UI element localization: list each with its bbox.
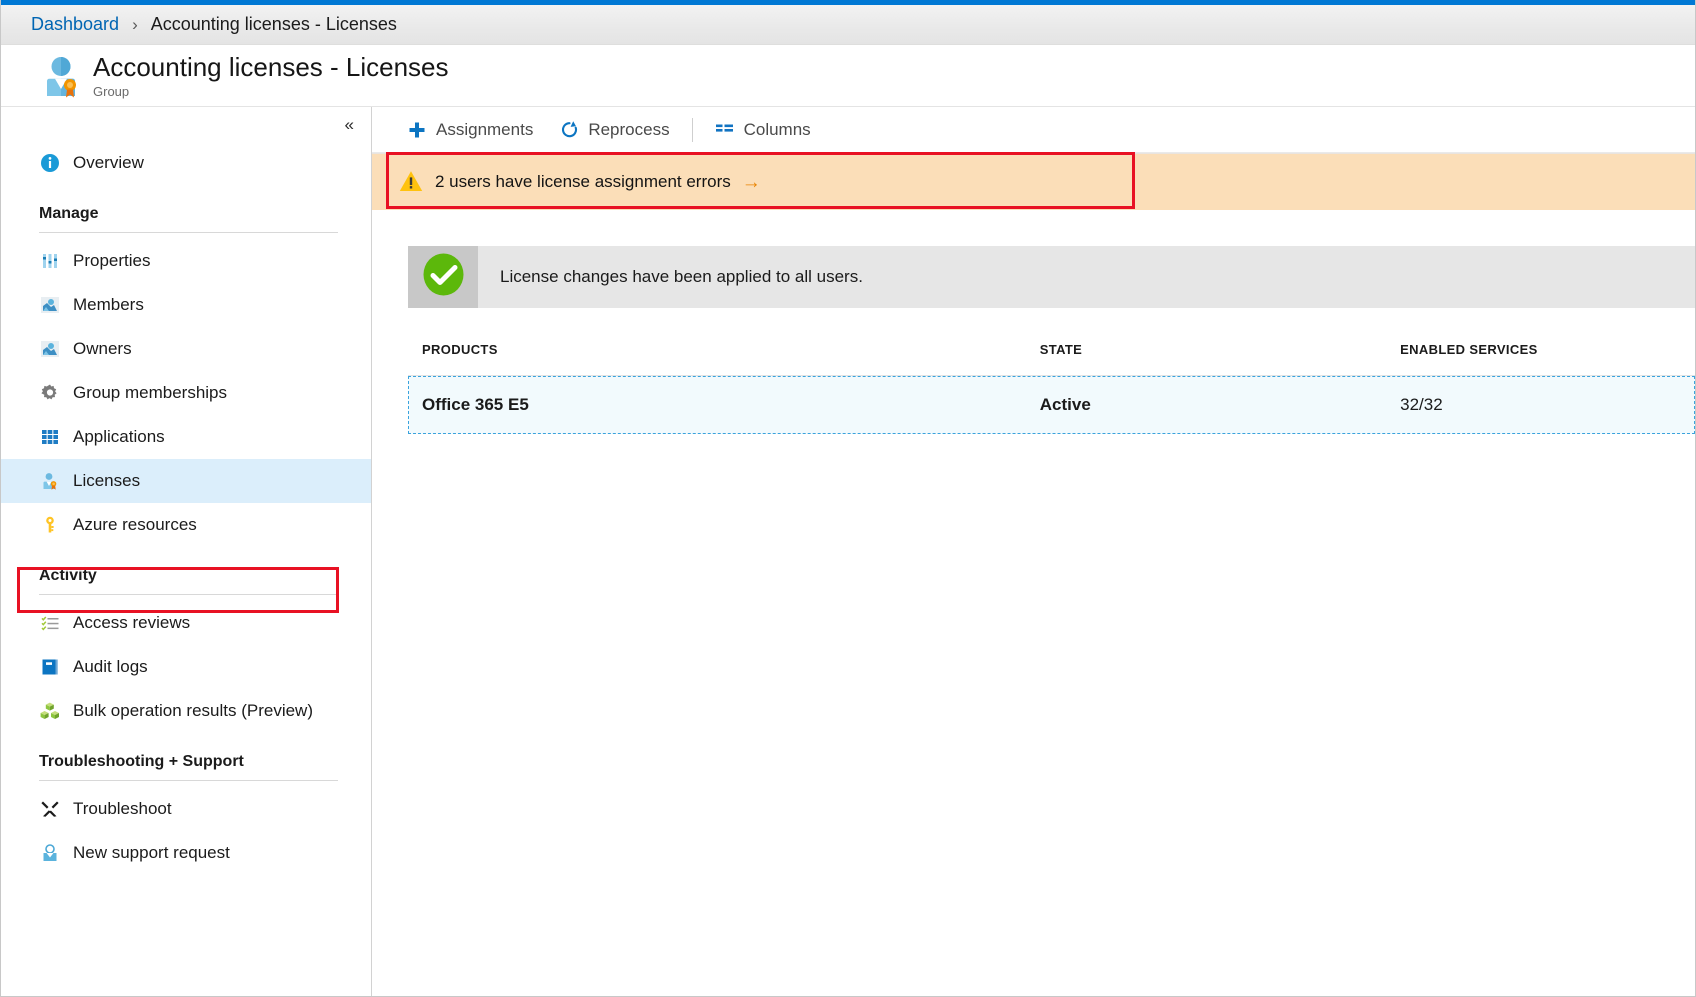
sidebar-section-title: Troubleshooting + Support bbox=[39, 753, 338, 780]
sidebar-item-owners[interactable]: Owners bbox=[1, 327, 371, 371]
page-title: Accounting licenses - Licenses bbox=[93, 52, 449, 82]
support-headset-icon bbox=[39, 842, 61, 864]
sidebar-item-label: Bulk operation results (Preview) bbox=[73, 701, 313, 721]
licenses-table: PRODUCTS STATE ENABLED SERVICES Office 3… bbox=[408, 342, 1695, 434]
blade-header: Accounting licenses - Licenses Group bbox=[1, 45, 1695, 107]
blade-body: « Overview Manage bbox=[1, 107, 1695, 996]
page-subtitle: Group bbox=[93, 83, 449, 100]
assignments-label: Assignments bbox=[436, 120, 533, 140]
column-header-enabled-services[interactable]: ENABLED SERVICES bbox=[1386, 342, 1695, 376]
warning-triangle-icon bbox=[399, 170, 423, 194]
toolbar-divider bbox=[692, 118, 693, 142]
cell-state: Active bbox=[1026, 376, 1386, 435]
section-divider bbox=[39, 594, 338, 595]
section-divider bbox=[39, 780, 338, 781]
cell-enabled-services: 32/32 bbox=[1386, 376, 1695, 435]
sidebar-item-label: Owners bbox=[73, 339, 132, 359]
cell-product: Office 365 E5 bbox=[408, 376, 1026, 435]
sidebar-item-new-support-request[interactable]: New support request bbox=[1, 831, 371, 875]
arrow-right-icon: → bbox=[742, 173, 761, 192]
table-header-row: PRODUCTS STATE ENABLED SERVICES bbox=[408, 342, 1695, 376]
sidebar-item-label: Overview bbox=[73, 153, 144, 173]
book-icon bbox=[39, 656, 61, 678]
licenses-table-wrap: PRODUCTS STATE ENABLED SERVICES Office 3… bbox=[372, 308, 1695, 434]
assignments-button[interactable]: Assignments bbox=[397, 113, 543, 147]
sidebar-item-azure-resources[interactable]: Azure resources bbox=[1, 503, 371, 547]
sidebar-item-audit-logs[interactable]: Audit logs bbox=[1, 645, 371, 689]
table-body: Office 365 E5 Active 32/32 bbox=[408, 376, 1695, 435]
breadcrumb-dashboard-link[interactable]: Dashboard bbox=[31, 14, 119, 35]
sidebar-collapse-row: « bbox=[1, 107, 371, 141]
sidebar: « Overview Manage bbox=[1, 107, 372, 996]
sidebar-item-label: Group memberships bbox=[73, 383, 227, 403]
sidebar-item-licenses[interactable]: Licenses bbox=[1, 459, 371, 503]
key-icon bbox=[39, 514, 61, 536]
azure-portal-blade: Dashboard › Accounting licenses - Licens… bbox=[0, 0, 1696, 997]
blade-title-block: Accounting licenses - Licenses Group bbox=[93, 52, 449, 100]
collapse-chevron-icon[interactable]: « bbox=[345, 116, 353, 133]
sidebar-item-troubleshoot[interactable]: Troubleshoot bbox=[1, 787, 371, 831]
reprocess-label: Reprocess bbox=[588, 120, 669, 140]
sidebar-item-overview[interactable]: Overview bbox=[1, 141, 371, 185]
checkmark-circle-icon bbox=[421, 252, 466, 302]
owners-icon bbox=[39, 338, 61, 360]
table-head: PRODUCTS STATE ENABLED SERVICES bbox=[408, 342, 1695, 376]
table-row[interactable]: Office 365 E5 Active 32/32 bbox=[408, 376, 1695, 435]
info-icon bbox=[39, 152, 61, 174]
grid-apps-icon bbox=[39, 426, 61, 448]
refresh-icon bbox=[559, 120, 579, 140]
sidebar-item-label: Access reviews bbox=[73, 613, 190, 633]
columns-label: Columns bbox=[744, 120, 811, 140]
breadcrumb: Dashboard › Accounting licenses - Licens… bbox=[1, 5, 1695, 45]
breadcrumb-separator-icon: › bbox=[132, 15, 138, 35]
checklist-icon bbox=[39, 612, 61, 634]
section-divider bbox=[39, 232, 338, 233]
sidebar-item-properties[interactable]: Properties bbox=[1, 239, 371, 283]
sliders-icon bbox=[39, 250, 61, 272]
breadcrumb-current: Accounting licenses - Licenses bbox=[151, 14, 397, 35]
success-icon-box bbox=[408, 246, 478, 308]
sidebar-section-troubleshooting-header: Troubleshooting + Support bbox=[1, 733, 371, 781]
sidebar-item-bulk-operation-results[interactable]: Bulk operation results (Preview) bbox=[1, 689, 371, 733]
sidebar-item-group-memberships[interactable]: Group memberships bbox=[1, 371, 371, 415]
sidebar-section-activity-header: Activity bbox=[1, 547, 371, 595]
sidebar-section-title: Activity bbox=[39, 567, 338, 594]
sidebar-section-manage-header: Manage bbox=[1, 185, 371, 233]
sidebar-section-title: Manage bbox=[39, 205, 338, 232]
license-applied-text: License changes have been applied to all… bbox=[478, 246, 863, 308]
sidebar-item-applications[interactable]: Applications bbox=[1, 415, 371, 459]
sidebar-item-label: Members bbox=[73, 295, 144, 315]
license-error-banner[interactable]: 2 users have license assignment errors → bbox=[372, 153, 1695, 210]
reprocess-button[interactable]: Reprocess bbox=[549, 113, 679, 147]
sidebar-item-label: Properties bbox=[73, 251, 150, 271]
sidebar-item-members[interactable]: Members bbox=[1, 283, 371, 327]
sidebar-item-label: Troubleshoot bbox=[73, 799, 172, 819]
success-banner-wrap: License changes have been applied to all… bbox=[372, 210, 1695, 308]
sidebar-item-label: Azure resources bbox=[73, 515, 197, 535]
license-badge-icon bbox=[39, 470, 61, 492]
sidebar-item-label: Licenses bbox=[73, 471, 140, 491]
sidebar-item-label: Audit logs bbox=[73, 657, 148, 677]
columns-icon bbox=[715, 120, 735, 140]
column-header-products[interactable]: PRODUCTS bbox=[408, 342, 1026, 376]
members-icon bbox=[39, 294, 61, 316]
command-toolbar: Assignments Reprocess bbox=[372, 107, 1695, 153]
gear-icon bbox=[39, 382, 61, 404]
sidebar-item-access-reviews[interactable]: Access reviews bbox=[1, 601, 371, 645]
license-error-text: 2 users have license assignment errors bbox=[435, 172, 731, 192]
columns-button[interactable]: Columns bbox=[705, 113, 821, 147]
boxes-icon bbox=[39, 700, 61, 722]
wrench-screwdriver-icon bbox=[39, 798, 61, 820]
group-license-icon bbox=[39, 53, 83, 99]
main-content: Assignments Reprocess bbox=[372, 107, 1695, 996]
column-header-state[interactable]: STATE bbox=[1026, 342, 1386, 376]
sidebar-item-label: New support request bbox=[73, 843, 230, 863]
plus-icon bbox=[407, 120, 427, 140]
sidebar-item-label: Applications bbox=[73, 427, 165, 447]
license-applied-banner: License changes have been applied to all… bbox=[408, 246, 1695, 308]
